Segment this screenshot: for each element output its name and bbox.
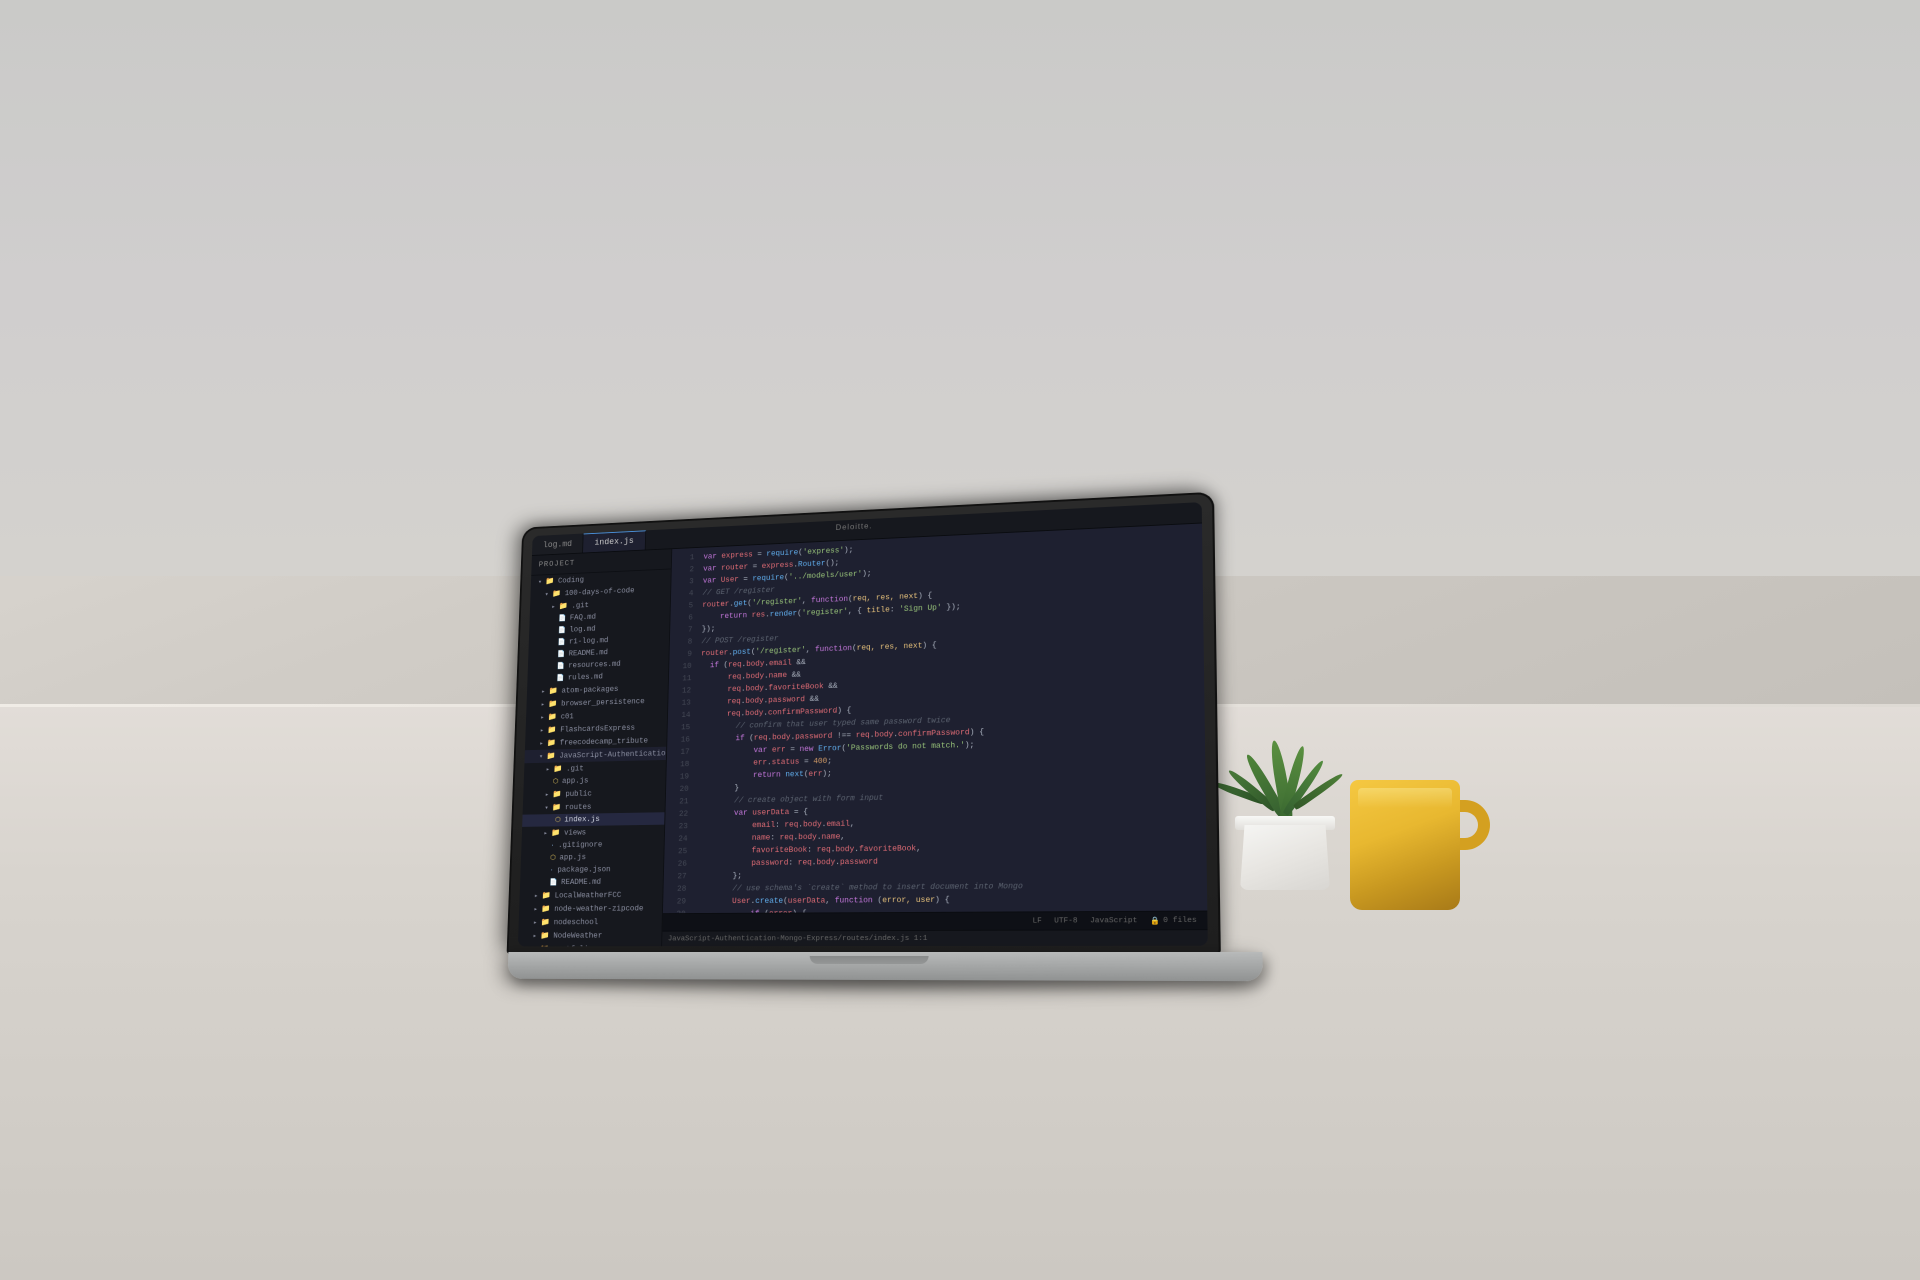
ide-tab-index[interactable]: index.js [583,530,645,552]
ide-screen: log.md index.js Project [518,502,1208,946]
sidebar-label: nodeschool [554,918,599,927]
laptop-lid: log.md index.js Project [507,492,1221,954]
sidebar-label: node-weather-zipcode [554,904,644,913]
files-icon: 🔒 [1150,915,1160,925]
sidebar-label: browser_persistence [561,697,645,708]
sidebar-item-nodeschool[interactable]: ▸📁 nodeschool [518,915,661,929]
sidebar-label: portfolio [553,945,593,947]
tab-index-label: index.js [594,536,633,547]
sidebar-label: freecodecamp_tribute [560,736,649,747]
sidebar-label: FAQ.md [570,613,596,622]
sidebar-item-localweather[interactable]: ▸📁 LocalWeatherFCC [519,888,662,902]
sidebar-item-nodeweather[interactable]: ▸📁 NodeWeather [518,929,662,943]
ide-code: 1234567891011121314151617181920212223242… [662,524,1208,947]
sidebar-label: Coding [558,576,584,585]
sidebar-label: atom-packages [561,685,618,695]
scene: log.md index.js Project [0,0,1920,1280]
sidebar-label: routes [565,803,592,812]
code-lines: var express = require('express'); var ro… [690,527,1208,909]
sidebar-label: resources.md [568,660,621,670]
ide-body: Project ▾📁 Coding ▾📁 100-days-of-code [518,524,1208,947]
sidebar-label: public [565,789,592,798]
wall-background [0,0,1920,576]
sidebar-label: .gitignore [558,841,603,850]
sidebar-label: app.js [559,853,586,862]
path-bar: JavaScript-Authentication-Mongo-Express/… [662,929,1208,946]
encoding-label: UTF-8 [1054,917,1077,925]
status-encoding: UTF-8 [1054,917,1077,925]
sidebar-item-nodeweather-zip[interactable]: ▸📁 node-weather-zipcode [519,902,662,916]
sidebar-label: FlashcardsExpress [560,724,635,734]
sidebar-label: rules.md [568,673,603,683]
status-language: JavaScript [1090,917,1137,925]
sidebar-item-readme2[interactable]: 📄 README.md [520,876,663,890]
sidebar-label: .git [571,601,589,610]
line-ending-label: LF [1032,917,1041,925]
code-content: 1234567891011121314151617181920212223242… [663,524,1207,914]
sidebar-label: r1-log.md [569,637,609,647]
sidebar-label: JavaScript-Authentication [559,749,670,760]
files-label: 0 files [1163,916,1197,924]
sidebar-label: log.md [569,625,595,634]
ide-tab-log[interactable]: log.md [532,533,584,555]
sidebar-item-portfolio[interactable]: ▸📁 portfolio [518,942,661,946]
pot-body [1240,825,1330,890]
sidebar-label: README.md [561,878,601,887]
laptop-screen-bezel: log.md index.js Project [518,502,1208,946]
sidebar-label: LocalWeatherFCC [554,891,621,900]
sidebar-label: c01 [560,712,573,721]
sidebar-label: NodeWeather [553,931,602,940]
laptop-base-wrapper [507,952,1263,981]
status-line-ending: LF [1032,917,1041,925]
sidebar-label: package.json [557,866,610,875]
yellow-mug [1350,770,1470,910]
language-label: JavaScript [1090,917,1137,925]
path-label: JavaScript-Authentication-Mongo-Express/… [668,934,928,942]
laptop-screen-wrapper: log.md index.js Project [507,492,1221,954]
tab-log-label: log.md [543,539,572,549]
sidebar-label: views [564,828,586,837]
laptop-base [507,952,1263,981]
sidebar-label: index.js [564,815,600,824]
status-files: 🔒 0 files [1150,915,1197,925]
mug-body [1350,780,1460,910]
sidebar-label: app.js [562,777,589,786]
ide-sidebar: Project ▾📁 Coding ▾📁 100-days-of-code [518,549,672,946]
sidebar-label: 100-days-of-code [565,586,635,597]
status-bar: LF UTF-8 JavaScript 🔒 [662,911,1207,931]
sidebar-label: README.md [568,649,608,659]
sidebar-label: .git [566,764,584,773]
laptop: log.md index.js Project [489,494,1249,980]
